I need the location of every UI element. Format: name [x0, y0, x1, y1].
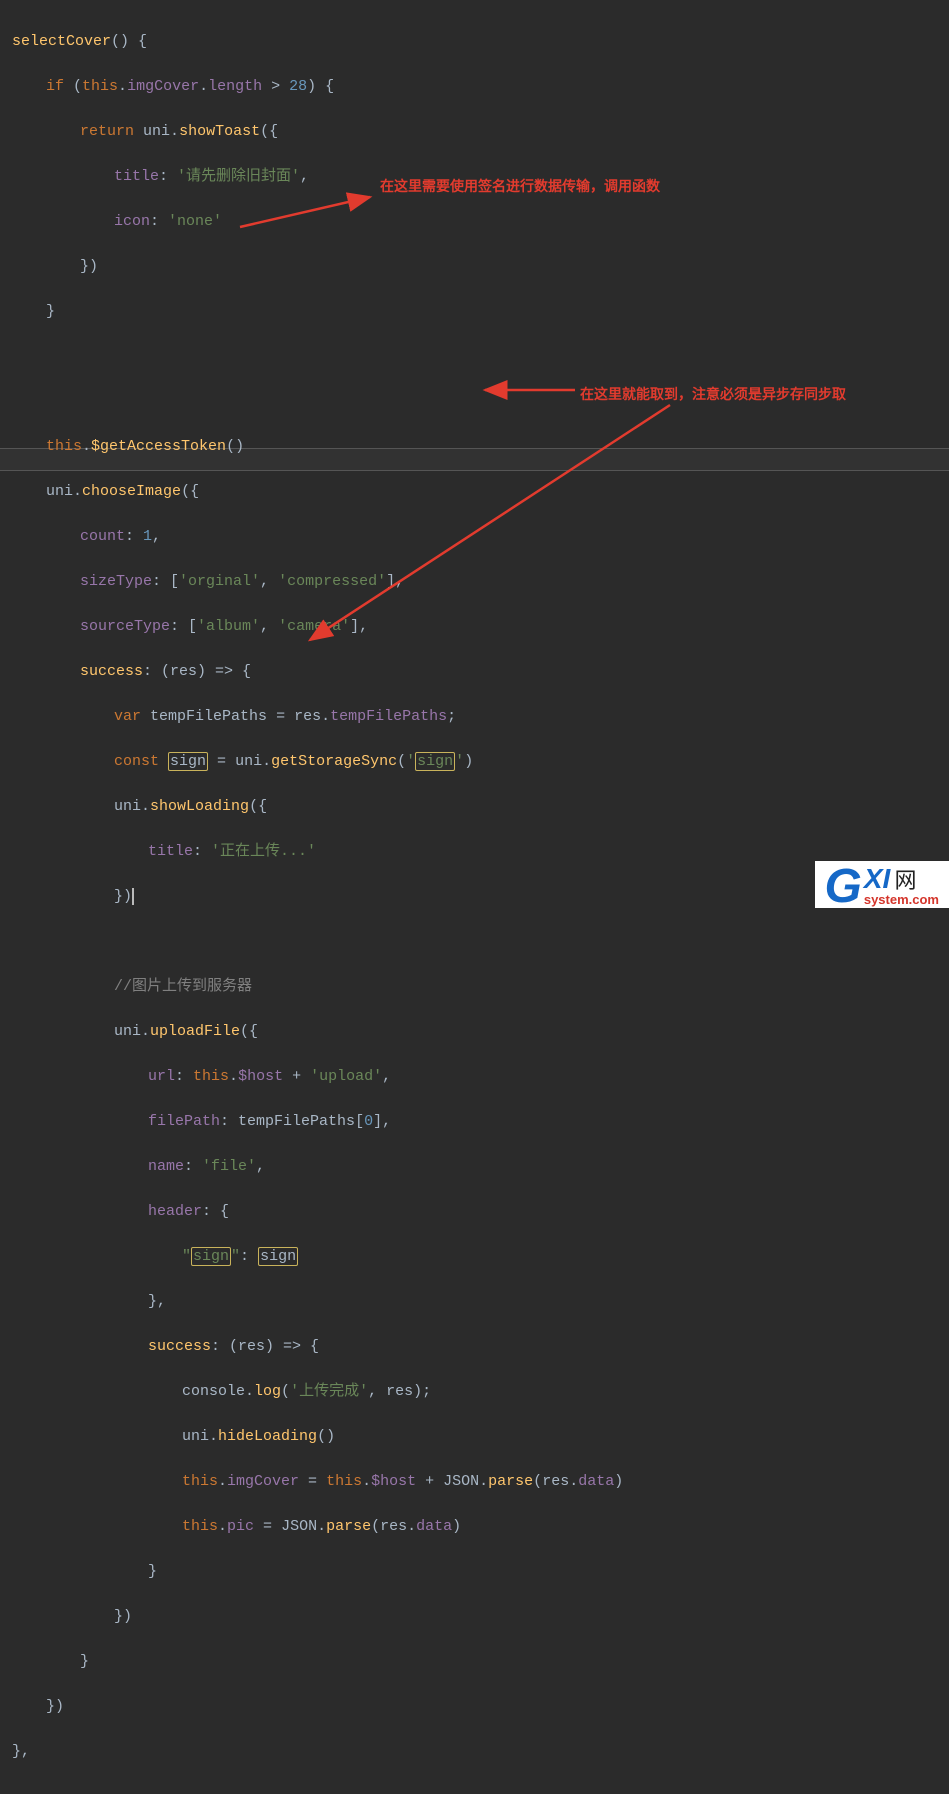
code-line [12, 346, 937, 369]
code-line [12, 931, 937, 954]
code-line: }, [12, 1741, 937, 1764]
annotation-text: 在这里就能取到，注意必须是异步存同步取 [580, 384, 846, 405]
code-line: this.imgCover = this.$host + JSON.parse(… [12, 1471, 937, 1494]
code-line: icon: 'none' [12, 211, 937, 234]
code-line: }) [12, 886, 937, 909]
code-line: this.pic = JSON.parse(res.data) [12, 1516, 937, 1539]
code-line: header: { [12, 1201, 937, 1224]
code-line: var tempFilePaths = res.tempFilePaths; [12, 706, 937, 729]
code-line: url: this.$host + 'upload', [12, 1066, 937, 1089]
code-line: } [12, 301, 937, 324]
code-line: const sign = uni.getStorageSync('sign') [12, 751, 937, 774]
code-line: uni.chooseImage({ [12, 481, 937, 504]
code-line: count: 1, [12, 526, 937, 549]
code-line: //图片上传到服务器 [12, 976, 937, 999]
code-line: } [12, 1651, 937, 1674]
code-line: selectCover() { [12, 31, 937, 54]
code-line: success: (res) => { [12, 661, 937, 684]
code-line: success: (res) => { [12, 1336, 937, 1359]
code-line: if (this.imgCover.length > 28) { [12, 76, 937, 99]
code-line: uni.uploadFile({ [12, 1021, 937, 1044]
code-line: name: 'file', [12, 1156, 937, 1179]
code-line: "sign": sign [12, 1246, 937, 1269]
code-line: sourceType: ['album', 'camera'], [12, 616, 937, 639]
code-editor[interactable]: selectCover() { if (this.imgCover.length… [0, 0, 949, 1794]
code-line: uni.showLoading({ [12, 796, 937, 819]
code-line: console.log('上传完成', res); [12, 1381, 937, 1404]
code-line: }) [12, 256, 937, 279]
code-line: return uni.showToast({ [12, 121, 937, 144]
code-line: } [12, 1561, 937, 1584]
code-line: }) [12, 1606, 937, 1629]
code-line: filePath: tempFilePaths[0], [12, 1111, 937, 1134]
code-line: this.$getAccessToken() [12, 436, 937, 459]
code-line: sizeType: ['orginal', 'compressed'], [12, 571, 937, 594]
code-line: }) [12, 1696, 937, 1719]
code-line: title: '正在上传...' [12, 841, 937, 864]
code-line: uni.hideLoading() [12, 1426, 937, 1449]
annotation-text: 在这里需要使用签名进行数据传输，调用函数 [380, 176, 660, 197]
code-line: }, [12, 1291, 937, 1314]
